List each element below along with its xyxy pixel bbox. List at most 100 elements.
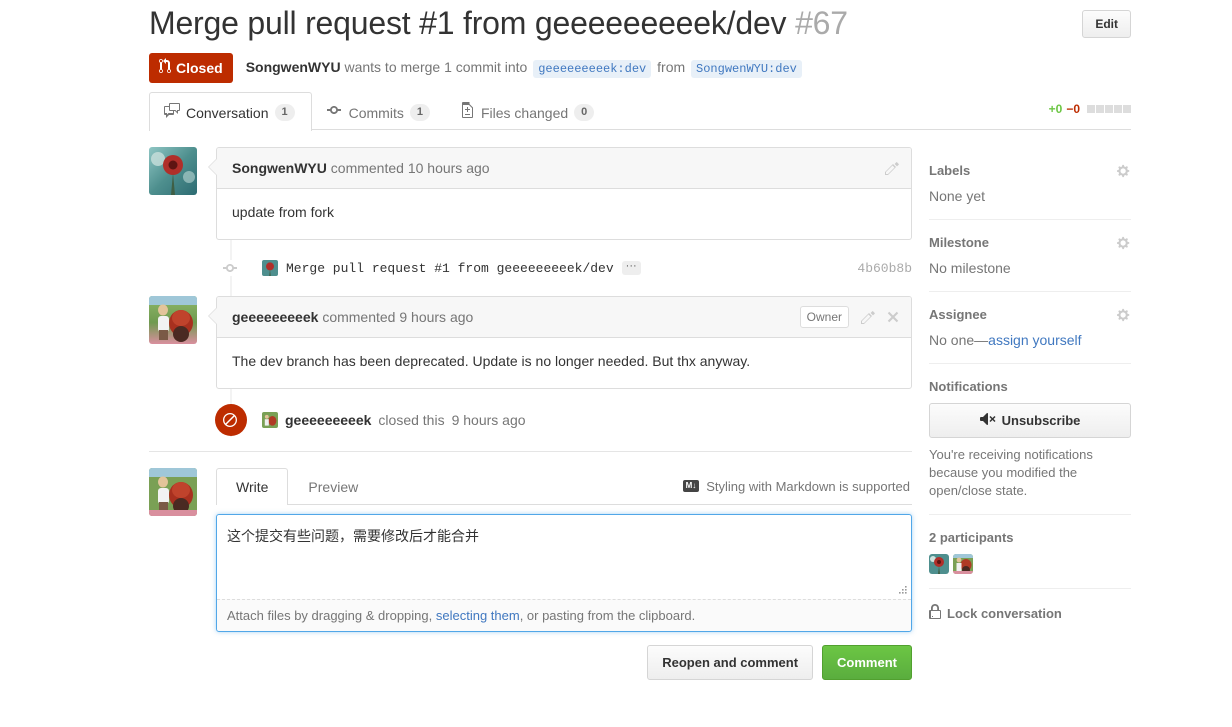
status-badge-label: Closed xyxy=(176,60,223,77)
markdown-note-label: Styling with Markdown is supported xyxy=(706,479,910,494)
comment-textarea[interactable] xyxy=(217,515,911,599)
attach-files-bar: Attach files by dragging & dropping, sel… xyxy=(217,599,911,631)
comment-header-actions xyxy=(885,160,899,176)
comment-box: SongwenWYU commented 10 hours ago xyxy=(216,147,912,240)
comment-time: 10 hours ago xyxy=(408,160,490,176)
status-badge: Closed xyxy=(149,53,233,83)
circle-slash-icon xyxy=(215,404,247,436)
comment-body: update from fork xyxy=(217,189,911,239)
pr-meta-phrase-1: wants to merge 1 commit into xyxy=(344,59,527,75)
owner-badge: Owner xyxy=(800,306,849,328)
avatar[interactable] xyxy=(149,147,197,195)
comment-author[interactable]: geeeeeeeeek xyxy=(232,309,318,325)
milestone-value: No milestone xyxy=(929,259,1131,277)
pr-tabnav: Conversation 1 Commits 1 Files cha xyxy=(149,92,1131,130)
comment-time: 9 hours ago xyxy=(399,309,473,325)
edit-button[interactable]: Edit xyxy=(1082,10,1131,38)
event-actor[interactable]: geeeeeeeeek xyxy=(285,412,371,428)
tab-conversation[interactable]: Conversation 1 xyxy=(149,92,312,131)
avatar[interactable] xyxy=(262,412,278,428)
assignee-title: Assignee xyxy=(929,307,987,322)
tab-preview[interactable]: Preview xyxy=(288,468,378,505)
avatar[interactable] xyxy=(262,260,278,276)
gear-icon[interactable] xyxy=(1117,308,1131,322)
reopen-and-comment-button[interactable]: Reopen and comment xyxy=(647,645,813,680)
select-files-link[interactable]: selecting them xyxy=(436,608,520,623)
comment-box: geeeeeeeeek commented 9 hours ago Owner xyxy=(216,296,912,389)
comment-author[interactable]: SongwenWYU xyxy=(232,160,327,176)
comment-button[interactable]: Comment xyxy=(822,645,912,680)
diffstat-deletions: −0 xyxy=(1066,102,1080,116)
tab-conversation-count: 1 xyxy=(275,104,295,121)
comment-header: SongwenWYU commented 10 hours ago xyxy=(217,148,911,189)
assignee-value: No one—assign yourself xyxy=(929,331,1131,349)
comment-action: commented xyxy=(322,309,395,325)
assignee-value-prefix: No one— xyxy=(929,332,988,348)
tab-files-changed[interactable]: Files changed 0 xyxy=(447,92,611,131)
comment-discussion-icon xyxy=(164,102,180,123)
diffstat: +0 −0 xyxy=(1049,102,1131,116)
timeline-divider xyxy=(149,451,912,452)
notifications-note: You're receiving notifications because y… xyxy=(929,446,1131,500)
sidebar-section-participants: 2 participants xyxy=(929,530,1131,589)
edit-pencil-icon[interactable] xyxy=(885,160,899,176)
form-actions: Reopen and comment Comment xyxy=(216,645,912,680)
commit-sha[interactable]: 4b60b8b xyxy=(857,261,912,276)
tab-commits-label: Commits xyxy=(349,103,404,123)
avatar[interactable] xyxy=(929,554,949,574)
lock-conversation-label: Lock conversation xyxy=(947,606,1062,621)
comment-byline: geeeeeeeeek commented 9 hours ago xyxy=(232,307,473,327)
labels-value: None yet xyxy=(929,187,1131,205)
close-icon[interactable] xyxy=(887,309,899,325)
pr-main-column: SongwenWYU commented 10 hours ago xyxy=(149,147,912,680)
participants-title: 2 participants xyxy=(929,530,1131,545)
sidebar-section-labels: Labels None yet xyxy=(929,163,1131,220)
base-branch[interactable]: geeeeeeeeek:dev xyxy=(533,60,651,78)
mute-icon xyxy=(980,411,996,430)
commit-expand-button[interactable]: ··· xyxy=(622,261,641,275)
attach-suffix: , or pasting from the clipboard. xyxy=(520,608,696,623)
timeline-event-closed: geeeeeeeeek closed this 9 hours ago xyxy=(149,403,912,437)
avatar[interactable] xyxy=(953,554,973,574)
diff-icon xyxy=(462,102,475,123)
edit-pencil-icon[interactable] xyxy=(861,309,875,325)
unsubscribe-label: Unsubscribe xyxy=(1002,413,1081,428)
write-preview-tabs: Write Preview M↓ Styling with Markdown i… xyxy=(216,468,912,505)
assign-yourself-link[interactable]: assign yourself xyxy=(988,332,1081,348)
pr-author[interactable]: SongwenWYU xyxy=(246,59,341,75)
head-branch[interactable]: SongwenWYU:dev xyxy=(691,60,802,78)
tab-commits-count: 1 xyxy=(410,104,430,121)
pr-number: #67 xyxy=(795,5,848,41)
timeline-commit: Merge pull request #1 from geeeeeeeeek/d… xyxy=(149,254,912,282)
lock-icon xyxy=(929,604,941,623)
pr-meta-text: SongwenWYU wants to merge 1 commit into … xyxy=(246,59,804,78)
unsubscribe-button[interactable]: Unsubscribe xyxy=(929,403,1131,438)
tab-write[interactable]: Write xyxy=(216,468,288,505)
sidebar-section-milestone: Milestone No milestone xyxy=(929,235,1131,292)
new-comment-form: Write Preview M↓ Styling with Markdown i… xyxy=(149,468,912,680)
diffstat-blocks xyxy=(1087,105,1131,113)
comment-header: geeeeeeeeek commented 9 hours ago Owner xyxy=(217,297,911,338)
pr-meta: Closed SongwenWYU wants to merge 1 commi… xyxy=(149,53,1131,83)
tab-commits[interactable]: Commits 1 xyxy=(312,92,447,131)
gear-icon[interactable] xyxy=(1117,236,1131,250)
comment-header-actions: Owner xyxy=(800,306,899,328)
gear-icon[interactable] xyxy=(1117,164,1131,178)
comment-form-box: Write Preview M↓ Styling with Markdown i… xyxy=(216,468,912,680)
pr-meta-phrase-2: from xyxy=(657,59,685,75)
event-text: geeeeeeeeek closed this 9 hours ago xyxy=(262,412,526,428)
notifications-title: Notifications xyxy=(929,379,1008,394)
avatar[interactable] xyxy=(149,296,197,344)
commit-content: Merge pull request #1 from geeeeeeeeek/d… xyxy=(262,260,912,276)
markdown-icon: M↓ xyxy=(683,480,700,492)
lock-conversation-button[interactable]: Lock conversation xyxy=(929,604,1131,623)
avatar[interactable] xyxy=(149,468,197,516)
markdown-support-note: M↓ Styling with Markdown is supported xyxy=(683,479,912,494)
sidebar-section-assignee: Assignee No one—assign yourself xyxy=(929,307,1131,364)
participants-avatars xyxy=(929,554,1131,574)
diffstat-additions: +0 xyxy=(1049,102,1063,116)
git-pull-request-icon xyxy=(159,58,171,78)
labels-title: Labels xyxy=(929,163,970,178)
commit-message[interactable]: Merge pull request #1 from geeeeeeeeek/d… xyxy=(286,261,614,276)
pr-header: Merge pull request #1 from geeeeeeeeek/d… xyxy=(149,4,1131,83)
